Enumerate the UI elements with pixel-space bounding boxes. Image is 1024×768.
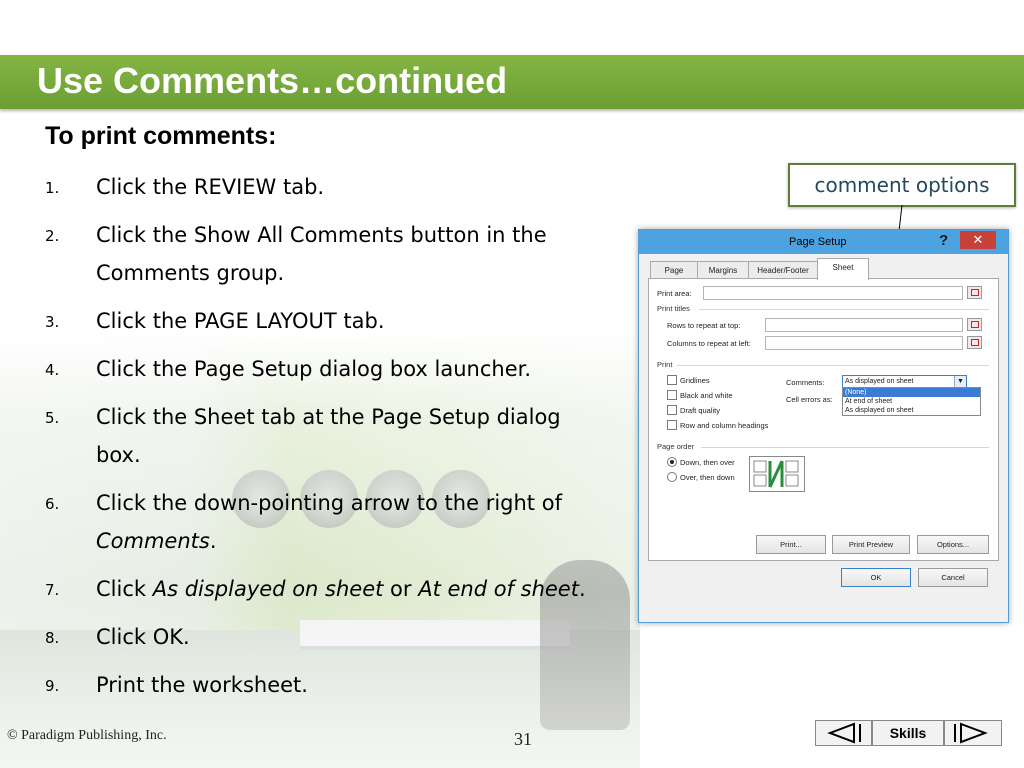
title-bar: Use Comments…continued <box>0 55 1024 109</box>
draft-quality-checkbox[interactable] <box>667 405 677 415</box>
step-text-part: . <box>578 577 586 601</box>
triangle-left-icon <box>827 722 861 744</box>
step-text-part: Click the down-pointing arrow to the rig… <box>96 491 562 515</box>
ok-button[interactable]: OK <box>841 568 911 587</box>
step-text-italic: As displayed on sheet <box>152 577 384 601</box>
dialog-titlebar: Page Setup ? ✕ <box>639 230 1008 254</box>
step-number: 2. <box>45 227 60 245</box>
black-white-label: Black and white <box>680 391 733 400</box>
help-icon[interactable]: ? <box>939 232 948 249</box>
list-item: 3. Click the PAGE LAYOUT tab. <box>45 302 625 340</box>
cell-errors-label: Cell errors as: <box>786 395 833 404</box>
print-area-input[interactable] <box>703 286 963 300</box>
page-number: 31 <box>514 729 532 749</box>
over-then-down-radio[interactable] <box>667 472 677 482</box>
columns-repeat-label: Columns to repeat at left: <box>667 339 751 348</box>
options-button[interactable]: Options... <box>917 535 989 554</box>
step-text: Click the down-pointing arrow to the rig… <box>96 484 576 560</box>
step-text-italic: At end of sheet <box>418 577 579 601</box>
step-number: 6. <box>45 495 60 513</box>
steps-list: 1. Click the REVIEW tab. 2. Click the Sh… <box>45 168 625 714</box>
page-order-section: Page order <box>657 442 695 451</box>
columns-repeat-input[interactable] <box>765 336 963 350</box>
comment-option-end-of-sheet[interactable]: At end of sheet <box>843 397 980 406</box>
list-item: 5. Click the Sheet tab at the Page Setup… <box>45 398 625 474</box>
step-text: Click the Page Setup dialog box launcher… <box>96 357 532 381</box>
row-col-headings-label: Row and column headings <box>680 421 769 430</box>
close-button[interactable]: ✕ <box>960 231 996 249</box>
list-item: 7. Click As displayed on sheet or At end… <box>45 570 625 608</box>
tab-header-footer[interactable]: Header/Footer <box>748 261 818 279</box>
comments-label: Comments: <box>786 378 825 387</box>
callout-comment-options: comment options <box>788 163 1016 207</box>
subheading: To print comments: <box>45 122 277 150</box>
tab-sheet[interactable]: Sheet <box>817 258 869 280</box>
list-item: 9. Print the worksheet. <box>45 666 625 704</box>
dialog-title: Page Setup <box>789 236 847 248</box>
step-text-part: Click <box>96 577 153 601</box>
previous-slide-button[interactable] <box>815 720 872 746</box>
step-text: Click As displayed on sheet or At end of… <box>96 570 596 608</box>
row-col-headings-checkbox[interactable] <box>667 420 677 430</box>
step-text-italic: Comments <box>96 529 210 553</box>
print-area-label: Print area: <box>657 289 692 298</box>
rows-repeat-label: Rows to repeat at top: <box>667 321 741 330</box>
black-white-checkbox[interactable] <box>667 390 677 400</box>
chevron-down-icon[interactable]: ▼ <box>954 376 966 387</box>
print-button[interactable]: Print... <box>756 535 826 554</box>
step-number: 8. <box>45 629 60 647</box>
list-item: 8. Click OK. <box>45 618 625 656</box>
copyright-text: © Paradigm Publishing, Inc. <box>7 728 167 743</box>
tab-margins[interactable]: Margins <box>697 261 749 279</box>
comment-option-none[interactable]: (None) <box>843 388 980 397</box>
print-section: Print <box>657 360 673 369</box>
step-text: Click the REVIEW tab. <box>96 175 325 199</box>
down-then-over-label: Down, then over <box>680 458 735 467</box>
gridlines-checkbox[interactable] <box>667 375 677 385</box>
cancel-button[interactable]: Cancel <box>918 568 988 587</box>
collapse-dialog-icon[interactable] <box>967 318 982 331</box>
collapse-dialog-icon[interactable] <box>967 336 982 349</box>
step-text: Click the Show All Comments button in th… <box>96 223 547 285</box>
gridlines-label: Gridlines <box>680 376 710 385</box>
step-text: Click the Sheet tab at the Page Setup di… <box>96 405 561 467</box>
comments-dropdown-list: (None) At end of sheet As displayed on s… <box>842 387 981 416</box>
print-titles-section: Print titles <box>657 304 690 313</box>
page-order-preview-icon <box>749 456 805 492</box>
step-text-part: . <box>209 529 217 553</box>
step-number: 3. <box>45 313 60 331</box>
draft-quality-label: Draft quality <box>680 406 721 415</box>
over-then-down-label: Over, then down <box>680 473 735 482</box>
slide-title: Use Comments…continued <box>37 60 508 101</box>
rows-repeat-input[interactable] <box>765 318 963 332</box>
page-setup-dialog: Page Setup ? ✕ Page Margins Header/Foote… <box>638 229 1009 623</box>
down-then-over-radio[interactable] <box>667 457 677 467</box>
step-number: 7. <box>45 581 60 599</box>
tab-page[interactable]: Page <box>650 261 698 279</box>
step-number: 1. <box>45 179 60 197</box>
triangle-right-icon <box>954 722 988 744</box>
step-text-part: or <box>383 577 419 601</box>
step-number: 9. <box>45 677 60 695</box>
list-item: 6. Click the down-pointing arrow to the … <box>45 484 625 560</box>
step-number: 5. <box>45 409 60 427</box>
step-text: Click OK. <box>96 625 190 649</box>
step-text: Click the PAGE LAYOUT tab. <box>96 309 385 333</box>
list-item: 1. Click the REVIEW tab. <box>45 168 625 206</box>
collapse-dialog-icon[interactable] <box>967 286 982 299</box>
list-item: 2. Click the Show All Comments button in… <box>45 216 625 292</box>
comment-option-as-displayed[interactable]: As displayed on sheet <box>843 406 980 415</box>
print-preview-button[interactable]: Print Preview <box>832 535 910 554</box>
step-text: Print the worksheet. <box>96 673 308 697</box>
list-item: 4. Click the Page Setup dialog box launc… <box>45 350 625 388</box>
sheet-tab-panel: Print area: Print titles Rows to repeat … <box>648 278 999 561</box>
step-number: 4. <box>45 361 60 379</box>
skills-button[interactable]: Skills <box>872 720 944 746</box>
next-slide-button[interactable] <box>944 720 1002 746</box>
comments-select-value: As displayed on sheet <box>845 378 914 385</box>
